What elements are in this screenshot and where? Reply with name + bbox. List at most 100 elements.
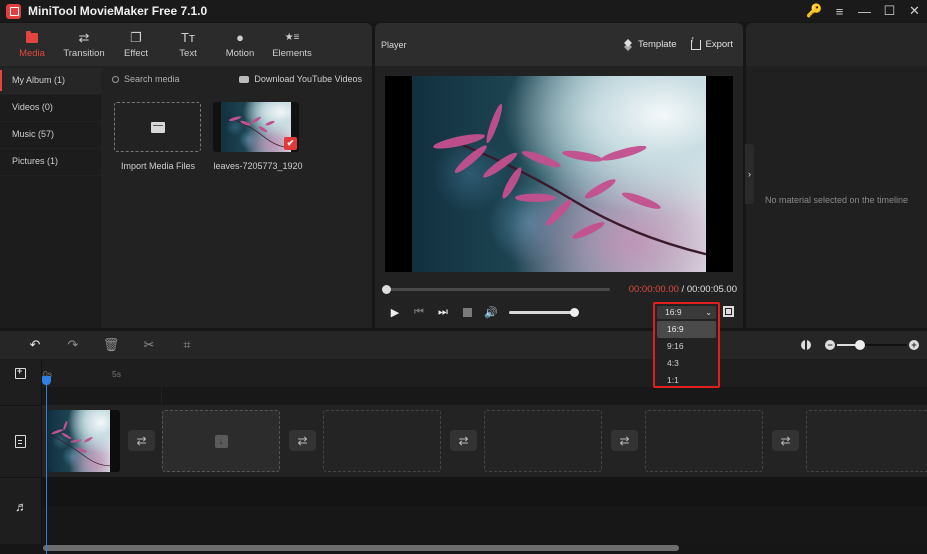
template-button[interactable]: Template bbox=[623, 39, 677, 50]
youtube-icon bbox=[239, 75, 250, 83]
transition-button[interactable]: ⇄ bbox=[289, 430, 316, 451]
download-label: Download YouTube Videos bbox=[254, 74, 362, 84]
playhead[interactable] bbox=[46, 376, 47, 554]
ratio-option-1-1[interactable]: 1:1 bbox=[657, 372, 716, 389]
empty-clip-slot[interactable] bbox=[323, 410, 441, 472]
zoom-in-button[interactable]: + bbox=[909, 340, 919, 350]
ratio-option-16-9[interactable]: 16:9 bbox=[657, 321, 716, 338]
divider bbox=[0, 477, 42, 478]
minimize-icon[interactable]: — bbox=[852, 0, 877, 22]
previous-frame-button[interactable]: ⏮ bbox=[407, 305, 431, 319]
category-music[interactable]: Music (57) bbox=[0, 122, 101, 149]
import-media-label: Import Media Files bbox=[120, 161, 196, 171]
import-media-button[interactable] bbox=[114, 102, 201, 152]
playback-controls: ▶ ⏮ ⏭ 🔊 bbox=[383, 305, 579, 319]
aspect-ratio-select[interactable]: 16:9 ⌄ bbox=[657, 306, 716, 319]
aspect-ratio-dropdown: 16:9 ⌄ 16:9 9:16 4:3 1:1 bbox=[653, 302, 720, 388]
properties-header bbox=[746, 23, 927, 66]
split-icon[interactable]: ✂ bbox=[130, 331, 168, 359]
empty-clip-slot[interactable] bbox=[806, 410, 927, 472]
tab-motion[interactable]: ● Motion bbox=[214, 23, 266, 66]
undo-icon[interactable]: ↶ bbox=[16, 331, 54, 359]
timeline: ♬ 0s 5s ⇄ ↓ ⇄ ⇄ ⇄ ⇄ bbox=[0, 359, 927, 554]
current-time: 00:00:00.00 bbox=[628, 284, 679, 295]
empty-clip-slot[interactable]: ↓ bbox=[162, 410, 280, 472]
time-ruler[interactable]: 0s 5s bbox=[42, 359, 927, 387]
export-button[interactable]: Export bbox=[690, 34, 733, 50]
leaves-image bbox=[412, 76, 706, 272]
transition-button[interactable]: ⇄ bbox=[772, 430, 799, 451]
export-label: Export bbox=[705, 39, 733, 50]
elements-icon: ★≡ bbox=[284, 32, 300, 43]
divider bbox=[161, 387, 162, 405]
delete-icon[interactable]: 🗑 bbox=[92, 331, 130, 359]
export-icon bbox=[690, 34, 701, 50]
transition-button[interactable]: ⇄ bbox=[128, 430, 155, 451]
timeline-horizontal-scrollbar[interactable] bbox=[43, 545, 679, 551]
leaves-image bbox=[48, 410, 110, 472]
tab-elements[interactable]: ★≡ Elements bbox=[266, 23, 318, 66]
tab-label: Transition bbox=[63, 48, 105, 59]
track-headers: ♬ bbox=[0, 359, 42, 544]
player-header: Player Template Export bbox=[375, 23, 743, 66]
media-item-thumbnail[interactable]: ✔ bbox=[213, 102, 299, 152]
timeline-clip[interactable] bbox=[48, 410, 120, 472]
empty-clip-slot[interactable] bbox=[484, 410, 602, 472]
tab-text[interactable]: Tт Text bbox=[162, 23, 214, 66]
menu-icon[interactable]: ≡ bbox=[827, 0, 852, 22]
crop-icon[interactable]: ⌗ bbox=[168, 331, 206, 359]
tab-transition[interactable]: ⇄ Transition bbox=[58, 23, 110, 66]
tab-media[interactable]: Media bbox=[6, 23, 58, 66]
tab-label: Text bbox=[179, 48, 197, 59]
timeline-toolbar: ↶ ↷ 🗑 ✂ ⌗ − + bbox=[0, 331, 927, 359]
tab-label: Motion bbox=[225, 48, 255, 59]
ratio-option-9-16[interactable]: 9:16 bbox=[657, 338, 716, 355]
seek-bar[interactable] bbox=[382, 285, 610, 294]
fullscreen-icon[interactable] bbox=[723, 306, 734, 317]
category-pictures[interactable]: Pictures (1) bbox=[0, 149, 101, 176]
download-youtube-button[interactable]: Download YouTube Videos bbox=[239, 74, 362, 84]
zoom-handle[interactable] bbox=[855, 340, 866, 350]
volume-handle[interactable] bbox=[570, 307, 579, 317]
transition-button[interactable]: ⇄ bbox=[450, 430, 477, 451]
template-label: Template bbox=[637, 39, 677, 50]
fit-timeline-icon[interactable] bbox=[801, 340, 811, 350]
add-track-icon[interactable] bbox=[15, 366, 26, 379]
transition-button[interactable]: ⇄ bbox=[611, 430, 638, 451]
timecode: 00:00:00.00 / 00:00:05.00 bbox=[629, 284, 737, 295]
motion-icon: ● bbox=[236, 30, 244, 45]
player-panel: Player Template Export bbox=[375, 23, 743, 328]
text-icon: Tт bbox=[181, 30, 195, 45]
divider bbox=[0, 405, 42, 406]
window-controls: 🔑 ≡ — ☐ ✕ bbox=[802, 0, 927, 22]
redo-icon[interactable]: ↷ bbox=[54, 331, 92, 359]
close-icon[interactable]: ✕ bbox=[902, 0, 927, 22]
seek-handle[interactable] bbox=[382, 285, 391, 294]
maximize-icon[interactable]: ☐ bbox=[877, 0, 902, 22]
stop-button[interactable] bbox=[455, 305, 479, 319]
ratio-option-4-3[interactable]: 4:3 bbox=[657, 355, 716, 372]
empty-clip-slot[interactable] bbox=[645, 410, 763, 472]
volume-slider[interactable] bbox=[509, 307, 579, 317]
play-button[interactable]: ▶ bbox=[383, 305, 407, 319]
category-my-album[interactable]: My Album (1) bbox=[0, 68, 101, 95]
volume-icon[interactable]: 🔊 bbox=[479, 305, 503, 319]
collapse-panel-button[interactable]: › bbox=[745, 144, 754, 204]
zoom-slider[interactable] bbox=[837, 340, 907, 350]
music-track-icon: ♬ bbox=[15, 499, 28, 514]
properties-empty-text: No material selected on the timeline bbox=[764, 195, 909, 205]
chevron-down-icon: ⌄ bbox=[705, 308, 712, 317]
next-frame-button[interactable]: ⏭ bbox=[431, 305, 455, 319]
video-track-icon bbox=[15, 435, 26, 448]
ruler-tick: 5s bbox=[112, 369, 121, 379]
folder-icon bbox=[26, 31, 38, 43]
transition-icon: ⇄ bbox=[78, 30, 90, 45]
search-input[interactable]: Search media bbox=[112, 74, 180, 84]
category-videos[interactable]: Videos (0) bbox=[0, 95, 101, 122]
search-icon bbox=[112, 75, 119, 83]
selected-check-icon: ✔ bbox=[284, 137, 297, 150]
key-icon[interactable]: 🔑 bbox=[802, 0, 827, 22]
zoom-out-button[interactable]: − bbox=[825, 340, 835, 350]
tab-effect[interactable]: ❐ Effect bbox=[110, 23, 162, 66]
audio-track bbox=[42, 477, 927, 507]
